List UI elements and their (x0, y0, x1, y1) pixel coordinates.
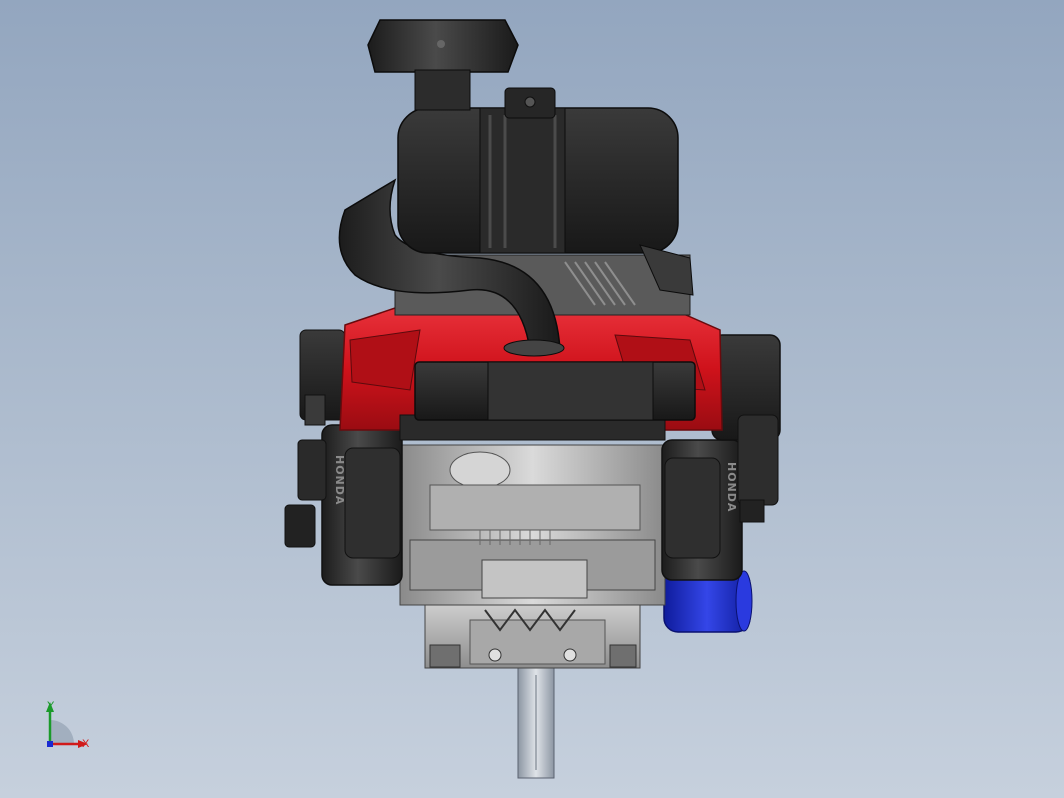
crankcase (424, 599, 641, 669)
output-shaft (517, 659, 555, 779)
brand-mark-right: HONDA (725, 462, 738, 512)
intake-manifold-cover (414, 361, 696, 421)
y-axis-label: Y (47, 700, 55, 712)
left-valve-cover: HONDA (321, 424, 403, 586)
coordinate-triad: Y X (46, 700, 90, 750)
right-valve-cover: HONDA (661, 439, 743, 581)
air-intake-cap (367, 19, 519, 111)
cad-viewport[interactable]: HONDA HONDA Y X (0, 0, 1064, 798)
brand-mark-left: HONDA (333, 455, 346, 505)
engine-model: HONDA HONDA (284, 19, 781, 779)
x-axis-label: X (82, 738, 90, 750)
z-axis-marker (47, 741, 53, 747)
engine-block (399, 444, 666, 606)
